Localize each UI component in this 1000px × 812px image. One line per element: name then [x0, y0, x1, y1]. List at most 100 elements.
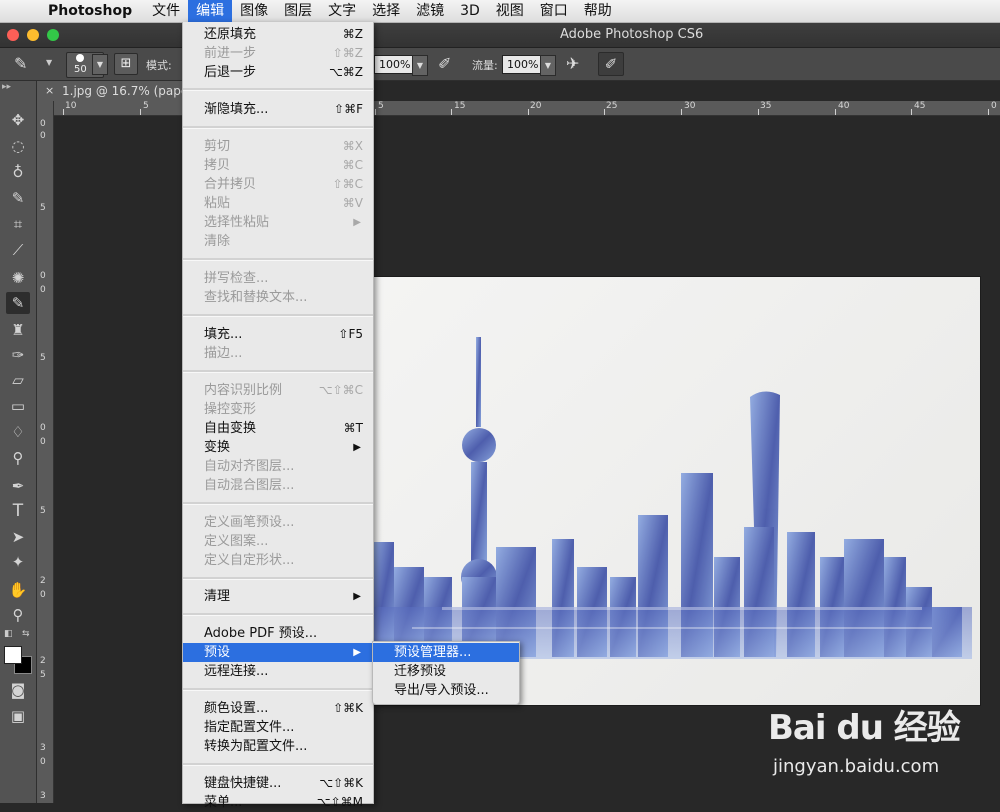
- move-tool-icon[interactable]: ✥: [6, 109, 30, 131]
- menu-help[interactable]: 帮助: [576, 0, 620, 22]
- airbrush-icon[interactable]: ✈: [566, 54, 579, 73]
- foreground-color-swatch[interactable]: [4, 646, 22, 664]
- pressure-size-icon[interactable]: ✐: [598, 52, 624, 76]
- opacity-input[interactable]: 100%: [374, 55, 414, 74]
- menu-view[interactable]: 视图: [488, 0, 532, 22]
- menu-item-color-settings[interactable]: 颜色设置... ⇧⌘K: [183, 699, 373, 718]
- close-tab-icon[interactable]: ×: [45, 81, 54, 101]
- menu-item-fill[interactable]: 填充... ⇧F5: [183, 325, 373, 344]
- menu-filter[interactable]: 滤镜: [408, 0, 452, 22]
- ruler-label: 30: [684, 101, 696, 111]
- menu-separator: [183, 370, 373, 373]
- healing-brush-tool-icon[interactable]: ✺: [6, 267, 30, 289]
- screen-mode-icon[interactable]: ▣: [6, 705, 30, 727]
- default-colors-icon[interactable]: ◧: [4, 629, 13, 639]
- menu-separator: [183, 763, 373, 766]
- pen-tool-icon[interactable]: ✒: [6, 475, 30, 497]
- menu-item-define-custom-shape: 定义自定形状...: [204, 553, 295, 568]
- menu-item-clear: 清除: [204, 234, 231, 249]
- ruler-label: 3: [40, 743, 46, 753]
- close-window-button[interactable]: [7, 29, 19, 41]
- ruler-label: 40: [838, 101, 850, 111]
- menu-separator: [183, 314, 373, 317]
- minimize-window-button[interactable]: [27, 29, 39, 41]
- brush-tool-icon[interactable]: ✎: [14, 54, 27, 73]
- brush-panel-toggle-icon[interactable]: ⊞: [114, 53, 138, 75]
- menu-item-copy: 拷贝 ⌘C: [204, 158, 363, 173]
- menu-item-transform[interactable]: 变换 ▶: [183, 438, 373, 457]
- chevron-down-icon[interactable]: ▼: [92, 54, 108, 75]
- lasso-tool-icon[interactable]: ♁: [6, 161, 30, 183]
- chevron-down-icon[interactable]: ▼: [412, 55, 428, 76]
- eyedropper-tool-icon[interactable]: ⟋: [6, 239, 30, 261]
- menu-item-cut: 剪切 ⌘X: [204, 139, 363, 154]
- submenu-arrow-icon: ▶: [353, 442, 361, 453]
- chevron-down-icon[interactable]: ▼: [46, 58, 52, 67]
- menu-item-convert-to-profile[interactable]: 转换为配置文件...: [183, 737, 373, 756]
- quick-select-tool-icon[interactable]: ✎: [6, 187, 30, 209]
- menu-type[interactable]: 文字: [320, 0, 364, 22]
- zoom-tool-icon[interactable]: ⚲: [6, 604, 30, 626]
- menu-item-stroke: 描边...: [204, 346, 243, 361]
- vertical-ruler[interactable]: 0 0 5 0 0 5 0 0 5 2 0 2 5 3 0 3: [37, 101, 54, 803]
- menu-3d[interactable]: 3D: [452, 0, 488, 22]
- menu-app-name[interactable]: Photoshop: [44, 0, 144, 22]
- custom-shape-tool-icon[interactable]: ✦: [6, 551, 30, 573]
- eraser-tool-icon[interactable]: ▱: [6, 369, 30, 391]
- submenu-item-export-import-presets[interactable]: 导出/导入预设...: [373, 681, 519, 700]
- menu-layer[interactable]: 图层: [276, 0, 320, 22]
- menu-item-free-transform[interactable]: 自由变换 ⌘T: [183, 419, 373, 438]
- quick-mask-icon[interactable]: ◙: [6, 679, 30, 701]
- menu-item-remote-connections[interactable]: 远程连接...: [183, 662, 373, 681]
- ruler-label: 5: [143, 101, 149, 111]
- path-selection-tool-icon[interactable]: ➤: [6, 526, 30, 548]
- brush-tool-icon[interactable]: ✎: [6, 292, 30, 314]
- menu-item-content-aware-scale: 内容识别比例 ⌥⇧⌘C: [204, 383, 363, 398]
- blur-tool-icon[interactable]: ♢: [6, 421, 30, 443]
- flow-input[interactable]: 100%: [502, 55, 542, 74]
- menu-item-presets[interactable]: 预设 ▶: [183, 643, 373, 662]
- menu-item-keyboard-shortcuts[interactable]: 键盘快捷键... ⌥⇧⌘K: [183, 774, 373, 793]
- submenu-arrow-icon: ▶: [353, 647, 361, 658]
- ruler-label: 0: [40, 757, 46, 767]
- marquee-tool-icon[interactable]: ◌: [6, 135, 30, 157]
- document-tab[interactable]: × 1.jpg @ 16.7% (paper: [37, 81, 193, 101]
- menu-item-puppet-warp: 操控变形: [204, 402, 257, 417]
- brush-tip-icon: [76, 54, 84, 62]
- zoom-window-button[interactable]: [47, 29, 59, 41]
- submenu-item-migrate-presets[interactable]: 迁移预设: [373, 662, 519, 681]
- menu-item-adobe-pdf-presets[interactable]: Adobe PDF 预设...: [183, 624, 373, 643]
- menu-window[interactable]: 窗口: [532, 0, 576, 22]
- crop-tool-icon[interactable]: ⌗: [6, 213, 30, 235]
- gradient-tool-icon[interactable]: ▭: [6, 395, 30, 417]
- submenu-item-preset-manager[interactable]: 预设管理器...: [373, 643, 519, 662]
- menu-separator: [183, 577, 373, 580]
- hand-tool-icon[interactable]: ✋: [6, 579, 30, 601]
- ruler-label: 15: [454, 101, 466, 111]
- menu-file[interactable]: 文件: [144, 0, 188, 22]
- history-brush-tool-icon[interactable]: ✑: [6, 344, 30, 366]
- menu-image[interactable]: 图像: [232, 0, 276, 22]
- menu-select[interactable]: 选择: [364, 0, 408, 22]
- swap-colors-icon[interactable]: ⇆: [22, 629, 30, 639]
- pressure-opacity-icon[interactable]: ✐: [438, 54, 451, 73]
- edit-menu-dropdown: 还原填充 ⌘Z 前进一步 ⇧⌘Z 后退一步 ⌥⌘Z 渐隐填充... ⇧⌘F 剪切 ⌘X 拷…: [182, 22, 374, 810]
- menu-item-step-backward[interactable]: 后退一步 ⌥⌘Z: [183, 63, 373, 82]
- clone-stamp-tool-icon[interactable]: ♜: [6, 319, 30, 341]
- ruler-label: 0: [40, 271, 46, 281]
- dodge-tool-icon[interactable]: ⚲: [6, 447, 30, 469]
- tools-panel: ▸▸ ✥ ◌ ♁ ✎ ⌗ ⟋ ✺ ✎ ♜ ✑ ▱ ▭ ♢ ⚲ ✒ T ➤ ✦ ✋…: [0, 81, 37, 803]
- collapse-panel-icon[interactable]: ▸▸: [2, 82, 11, 92]
- menu-item-fade-fill[interactable]: 渐隐填充... ⇧⌘F: [183, 100, 373, 119]
- menu-item-auto-align-layers: 自动对齐图层...: [204, 459, 295, 474]
- options-bar: ✎ ▼ 50 ▼ ⊞ 模式: 100% ▼ ✐ 流量: 100% ▼ ✈ ✐: [0, 48, 1000, 81]
- menu-item-assign-profile[interactable]: 指定配置文件...: [183, 718, 373, 737]
- chevron-down-icon[interactable]: ▼: [540, 55, 556, 76]
- type-tool-icon[interactable]: T: [6, 500, 30, 522]
- menu-item-paste-special: 选择性粘贴 ▶: [204, 215, 361, 230]
- menu-item-check-spelling: 拼写检查...: [204, 271, 269, 286]
- menu-item-purge[interactable]: 清理 ▶: [183, 587, 373, 606]
- menu-item-undo-fill[interactable]: 还原填充 ⌘Z: [183, 25, 373, 44]
- menu-edit[interactable]: 编辑: [188, 0, 233, 22]
- menu-separator: [183, 502, 373, 505]
